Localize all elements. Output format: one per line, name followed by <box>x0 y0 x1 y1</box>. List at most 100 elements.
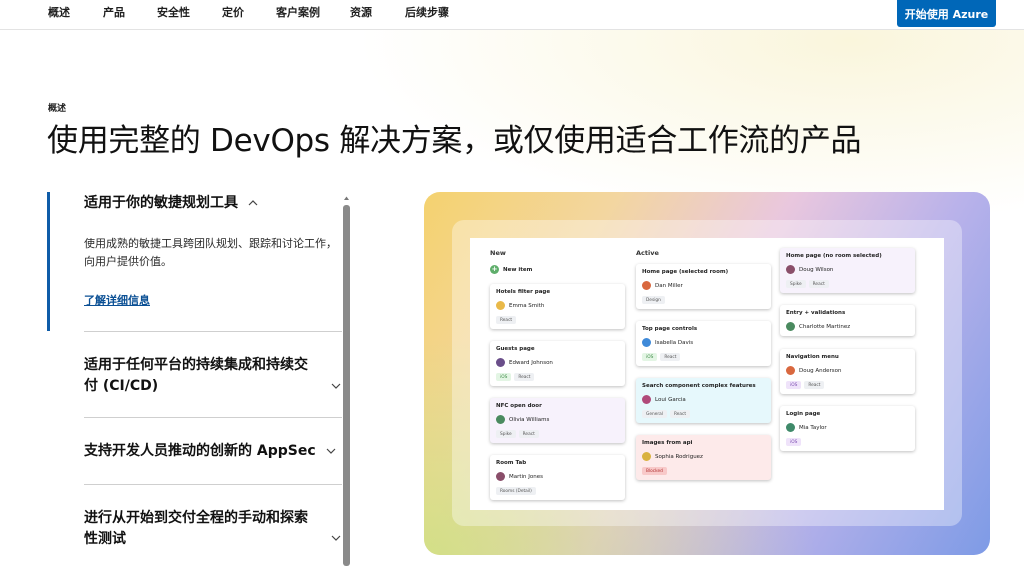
card-person: Mia Taylor <box>799 424 827 431</box>
card-person: Emma Smith <box>509 302 545 309</box>
card-title: Login page <box>786 411 821 417</box>
scroll-up-arrow-icon[interactable] <box>343 195 350 201</box>
page-headline: 使用完整的 DevOps 解决方案，或仅使用适合工作流的产品 <box>47 123 862 159</box>
hero-image-frame: New Active + New item Hotels filter page… <box>424 192 990 555</box>
card-tag: React <box>514 373 535 381</box>
card-tag: React <box>804 381 825 389</box>
card-title: Hotels filter page <box>496 289 551 295</box>
nav-security[interactable]: 安全性 <box>157 4 190 20</box>
kanban-card: Home page (no room selected) Doug Wilson… <box>780 248 915 293</box>
new-item-button: + New item <box>490 265 532 274</box>
card-person: Edward Johnson <box>509 359 553 366</box>
kanban-card: Search component complex features Loui G… <box>636 378 771 423</box>
accordion-title-line1: 进行从开始到交付全程的手动和探索 <box>84 510 308 526</box>
chevron-up-icon <box>248 200 258 206</box>
kanban-card: Top page controls Isabella Davis iOS Reac… <box>636 321 771 366</box>
card-title: NFC open door <box>496 403 542 409</box>
accordion-title: 支持开发人员推动的创新的 AppSec <box>84 443 316 459</box>
card-tag: React <box>496 316 517 324</box>
scrollbar-thumb[interactable] <box>343 205 350 566</box>
nav-products[interactable]: 产品 <box>103 4 125 20</box>
accordion-item-testing[interactable]: 进行从开始到交付全程的手动和探索 性测试 <box>84 508 334 550</box>
card-title: Guests page <box>496 346 535 352</box>
card-person: Dan Miller <box>655 282 683 289</box>
kanban-card: Room Tab Martin Jones Rooms (Detail) <box>490 455 625 500</box>
avatar <box>786 322 795 331</box>
divider <box>84 331 342 332</box>
kanban-card: Login page Mia Taylor iOS <box>780 406 915 451</box>
nav-resources[interactable]: 资源 <box>350 4 372 20</box>
accordion-description: 使用成熟的敏捷工具跨团队规划、跟踪和讨论工作，向用户提供价值。 <box>84 237 337 268</box>
nav-customer-stories[interactable]: 客户案例 <box>276 4 320 20</box>
nav-next-steps[interactable]: 后续步骤 <box>405 4 449 20</box>
card-title: Home page (selected room) <box>642 269 729 275</box>
card-tag: iOS <box>786 381 802 389</box>
card-tag: Spike <box>496 430 516 438</box>
card-tag: React <box>660 353 681 361</box>
card-person: Loui Garcia <box>655 396 686 403</box>
card-tag: Design <box>642 296 665 304</box>
kanban-card: NFC open door Olivia Williams Spike React <box>490 398 625 443</box>
chevron-down-icon[interactable] <box>330 532 342 544</box>
card-title: Entry + validations <box>786 310 846 316</box>
accordion-item-agile-planning[interactable]: 适用于你的敏捷规划工具 <box>84 193 258 214</box>
card-tag: Spike <box>786 280 806 288</box>
chevron-down-icon <box>326 448 335 454</box>
card-person: Doug Anderson <box>799 367 842 374</box>
card-title: Images from api <box>642 440 693 446</box>
card-person: Martin Jones <box>509 473 544 480</box>
card-tag: iOS <box>642 353 658 361</box>
kanban-board-preview: New Active + New item Hotels filter page… <box>470 238 944 510</box>
kanban-card: Entry + validations Charlotte Martinez <box>780 305 915 336</box>
card-person: Isabella Davis <box>655 339 694 346</box>
avatar <box>786 265 795 274</box>
card-tag: General <box>642 410 667 418</box>
nav-pricing[interactable]: 定价 <box>222 4 244 20</box>
kanban-card: Navigation menu Doug Anderson iOS React <box>780 349 915 394</box>
plus-icon: + <box>490 265 499 274</box>
avatar <box>642 395 651 404</box>
chevron-down-icon[interactable] <box>330 380 342 392</box>
avatar <box>496 415 505 424</box>
card-tag: React <box>669 410 691 418</box>
learn-more-link[interactable]: 了解详细信息 <box>84 292 150 308</box>
card-title: Search component complex features <box>642 383 756 389</box>
kanban-card: Home page (selected room) Dan Miller Des… <box>636 264 771 309</box>
card-person: Charlotte Martinez <box>799 323 851 330</box>
card-person: Sophia Rodriguez <box>655 453 703 460</box>
avatar <box>642 281 651 290</box>
column-header-new: New <box>490 249 506 257</box>
card-person: Doug Wilson <box>799 266 834 273</box>
card-tag: iOS <box>786 438 802 446</box>
accordion-title: 适用于你的敏捷规划工具 <box>84 195 238 211</box>
card-title: Room Tab <box>496 460 527 466</box>
divider <box>84 417 342 418</box>
accordion-active-indicator <box>47 192 50 331</box>
divider <box>84 484 342 485</box>
card-tag: Rooms (Detail) <box>496 487 536 495</box>
accordion-title-line2: 付 (CI/CD) <box>84 378 159 394</box>
section-eyebrow: 概述 <box>48 104 67 114</box>
accordion-item-appsec[interactable]: 支持开发人员推动的创新的 AppSec <box>84 441 335 462</box>
top-nav: 概述 产品 安全性 定价 客户案例 资源 后续步骤 开始使用 Azure <box>0 0 1024 30</box>
card-title: Top page controls <box>642 326 698 332</box>
accordion-title-line2: 性测试 <box>84 531 126 547</box>
avatar <box>642 452 651 461</box>
avatar <box>496 472 505 481</box>
card-tag: iOS <box>496 373 512 381</box>
nav-overview[interactable]: 概述 <box>48 4 70 20</box>
start-azure-button[interactable]: 开始使用 Azure <box>897 0 996 27</box>
accordion-item-ci-cd[interactable]: 适用于任何平台的持续集成和持续交 付 (CI/CD) <box>84 355 334 397</box>
card-person: Olivia Williams <box>509 416 550 423</box>
avatar <box>496 358 505 367</box>
avatar <box>786 423 795 432</box>
avatar <box>642 338 651 347</box>
kanban-card: Hotels filter page Emma Smith React <box>490 284 625 329</box>
accordion-title-line1: 适用于任何平台的持续集成和持续交 <box>84 357 308 373</box>
column-header-active: Active <box>636 249 659 257</box>
card-title: Home page (no room selected) <box>786 253 882 259</box>
new-item-label: New item <box>503 266 533 273</box>
card-title: Navigation menu <box>786 354 839 360</box>
card-tag: React <box>518 430 539 438</box>
kanban-card: Guests page Edward Johnson iOS React <box>490 341 625 386</box>
